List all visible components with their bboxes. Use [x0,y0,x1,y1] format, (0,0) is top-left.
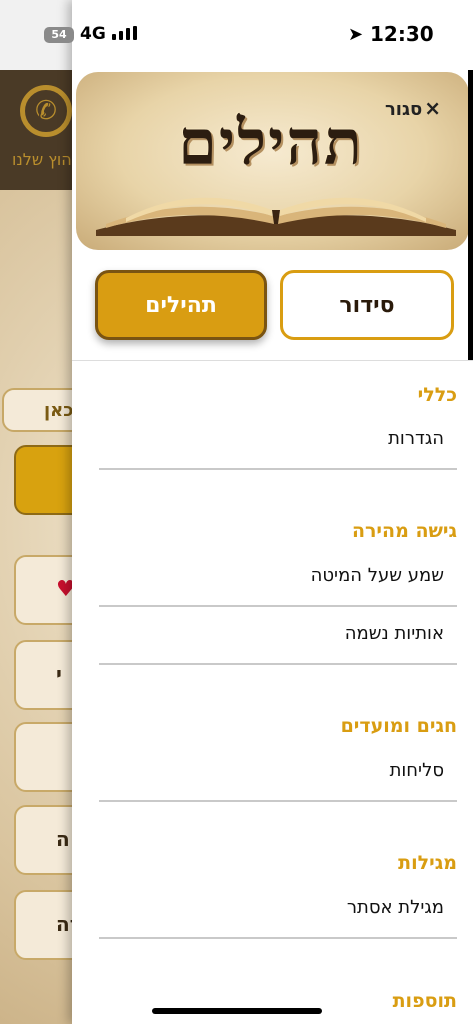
whatsapp-label: הוץ שלנו [12,150,72,169]
menu-item-settings[interactable]: הגדרות [99,428,457,470]
scroll-indicator [468,70,473,360]
network-type: 4G [80,24,106,44]
menu-item-shema[interactable]: שמע שעל המיטה [99,565,457,607]
menu-item-selichot[interactable]: סליחות [99,760,457,802]
menu-item-otiyot-neshama[interactable]: אותיות נשמה [99,623,457,665]
whatsapp-icon[interactable]: ✆ [20,85,72,137]
section-title-general: כללי [417,384,457,406]
open-book-icon [96,197,456,236]
divider [72,360,473,361]
tehilim-banner: ×סגור תהילים [76,72,469,250]
status-bar: 54 4G ➤ 12:30 [0,0,473,70]
section-title-quick-access: גישה מהירה [351,520,457,542]
section-title-extras: תוספות [392,990,457,1012]
section-title-megillot: מגילות [398,852,457,874]
menu-item-megillat-esther[interactable]: מגילת אסתר [99,897,457,939]
location-arrow-icon: ➤ [348,24,364,45]
battery-indicator: 54 [44,27,74,43]
tehilim-logo-text: תהילים [178,106,364,179]
home-indicator[interactable] [152,1008,322,1014]
section-title-holidays: חגים ומועדים [340,715,457,737]
tab-siddur[interactable]: סידור [280,270,454,340]
status-time: 12:30 [370,22,434,46]
signal-bars-icon [112,26,137,40]
side-drawer: ×סגור תהילים סידור תהילים כללי הגדרות גי… [72,0,473,1024]
tab-tehilim[interactable]: תהילים [95,270,267,340]
